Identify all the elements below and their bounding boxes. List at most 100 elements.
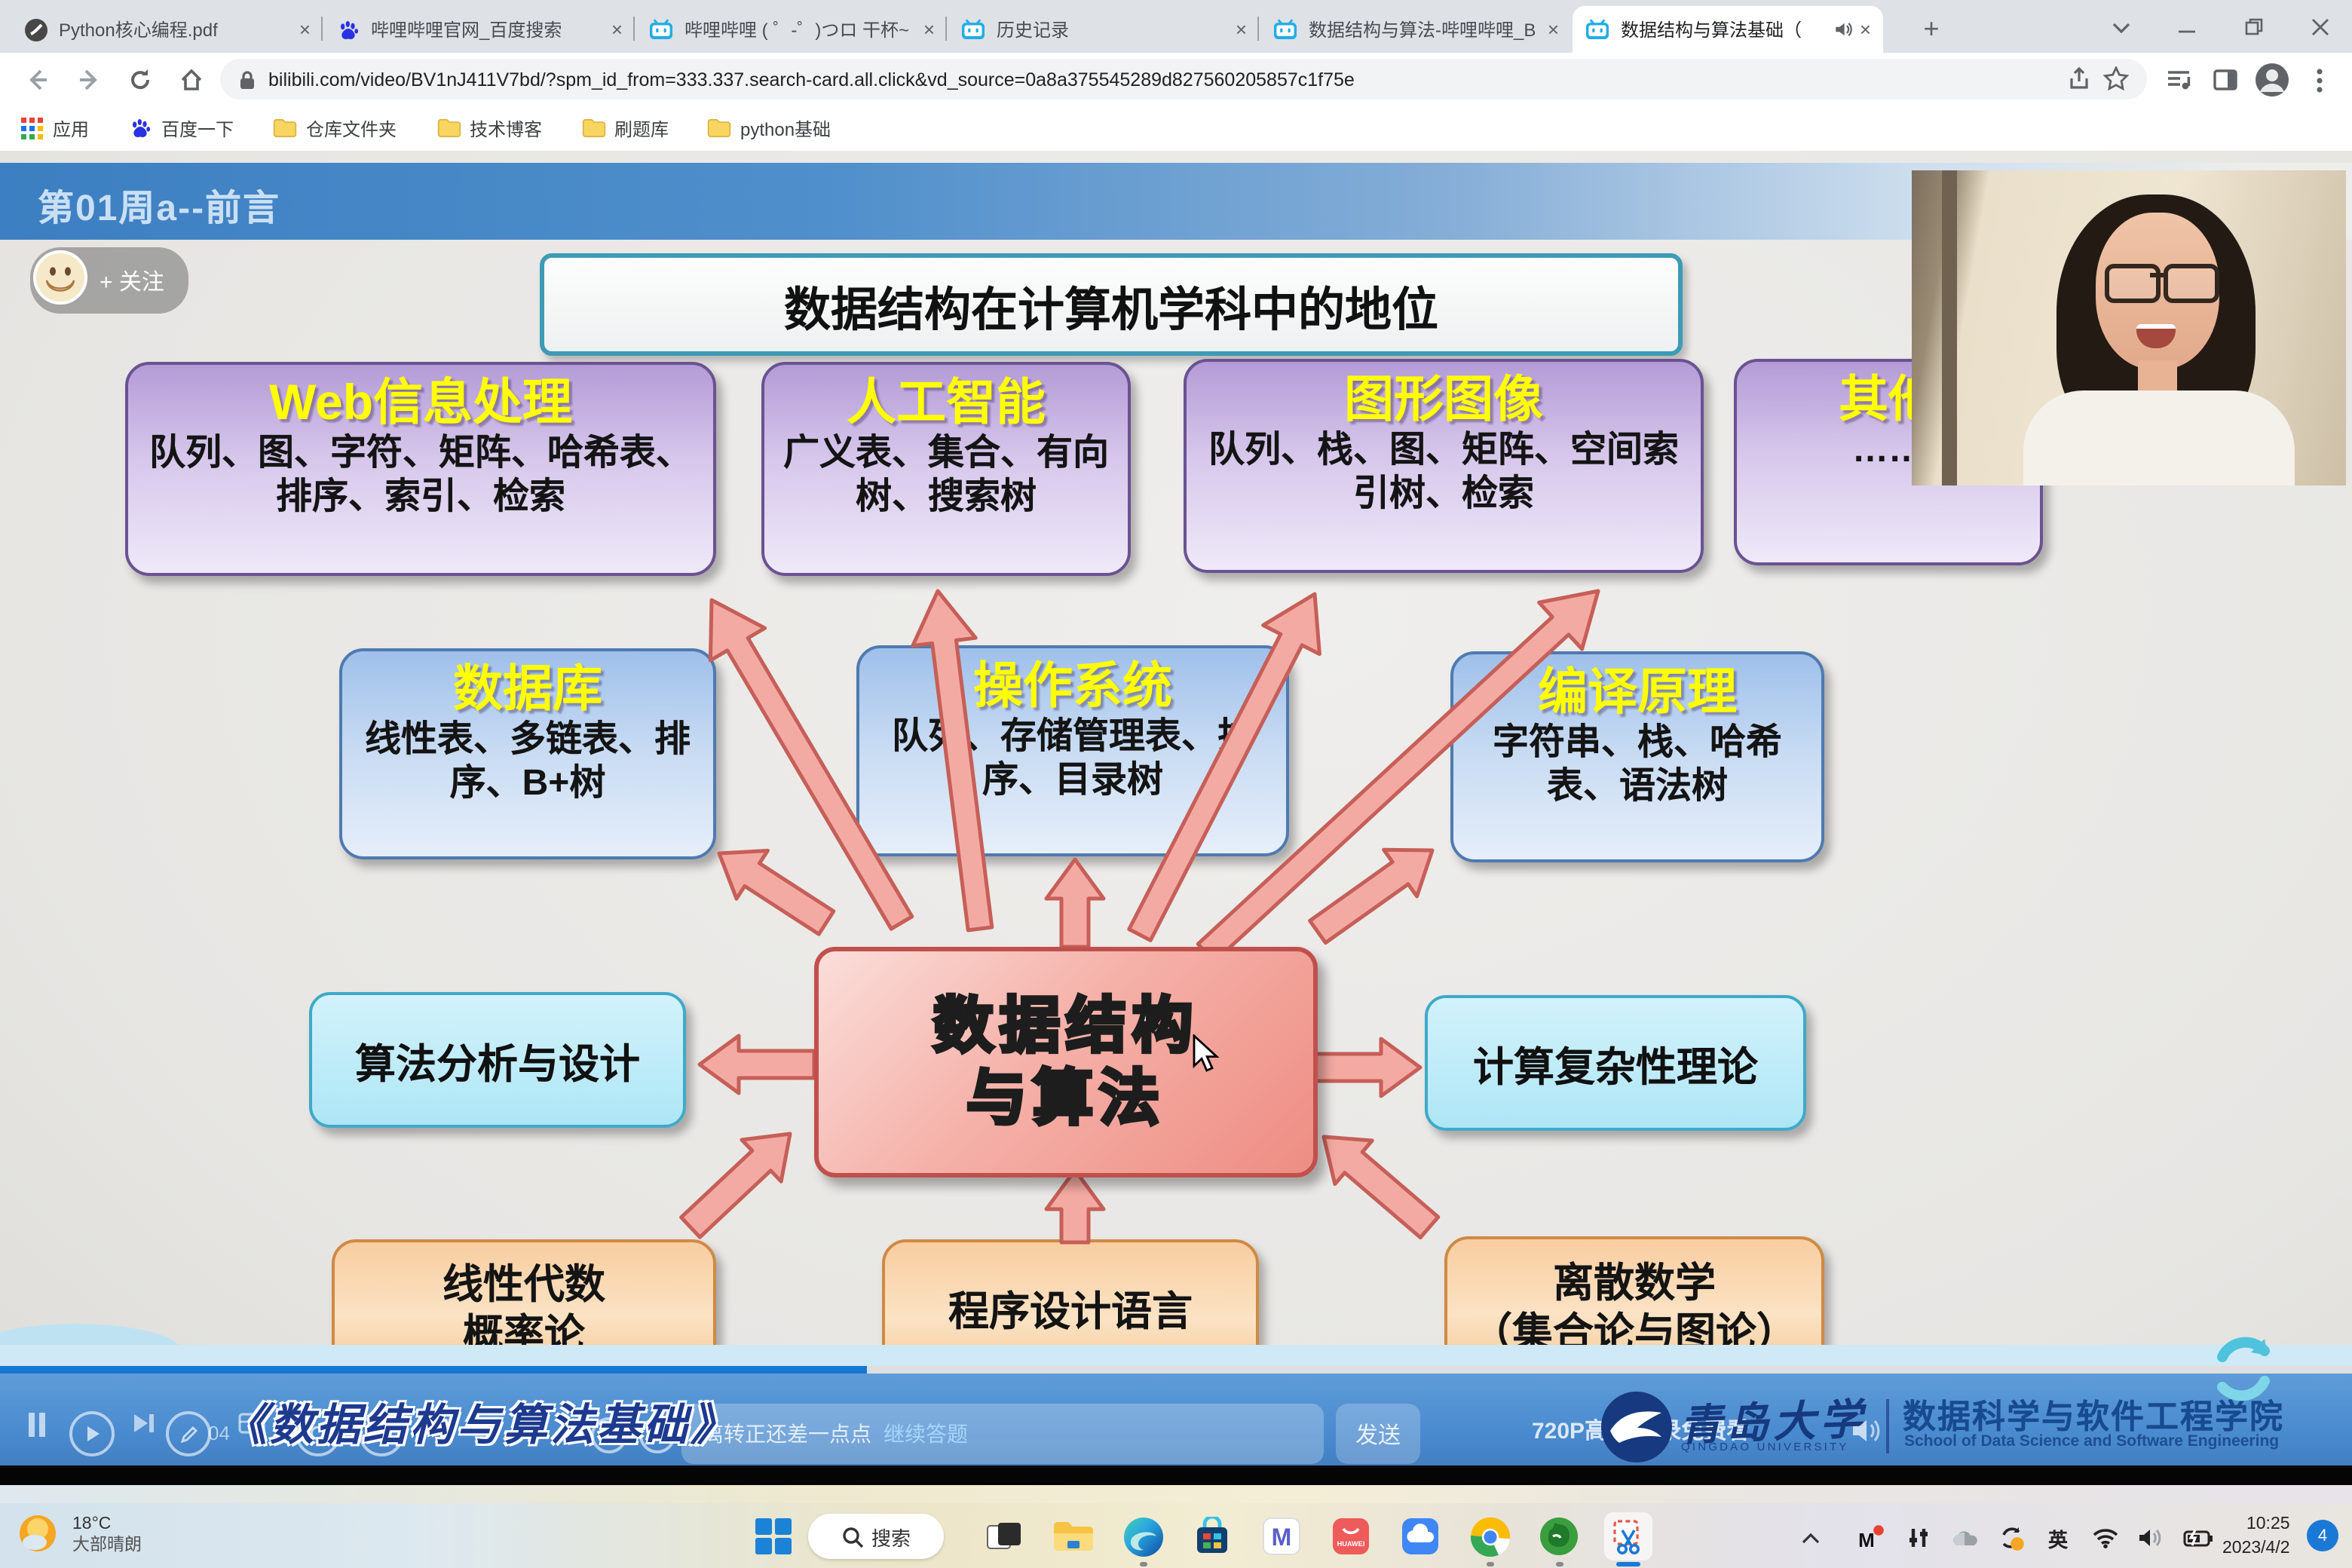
- browser-tab[interactable]: 数据结构与算法基础（ ×: [1573, 6, 1883, 53]
- wifi-tray-icon[interactable]: [2085, 1520, 2124, 1556]
- notification-badge[interactable]: 4: [2307, 1520, 2338, 1551]
- hwcloud-taskbar-icon[interactable]: [1396, 1512, 1444, 1560]
- mouse-cursor: [1191, 1034, 1224, 1073]
- running-indicator: [1555, 1562, 1563, 1566]
- tray-chevron-tray-icon[interactable]: [1791, 1520, 1830, 1556]
- omnibox[interactable]: bilibili.com/video/BV1nJ411V7bd/?spm_id_…: [220, 59, 2147, 100]
- bookmark-item[interactable]: 刷题库: [581, 112, 669, 145]
- bookmark-item[interactable]: python基础: [707, 112, 831, 145]
- evernote-taskbar-icon[interactable]: [1535, 1512, 1583, 1560]
- store-taskbar-icon[interactable]: [1188, 1512, 1236, 1560]
- tab-strip: Python核心编程.pdf×哔哩哔哩官网_百度搜索×哔哩哔哩 ( ゜-゜)つロ…: [0, 0, 2352, 53]
- tab-title: Python核心编程.pdf: [59, 17, 293, 42]
- forward-icon[interactable]: [69, 60, 109, 100]
- browser-toolbar: bilibili.com/video/BV1nJ411V7bd/?spm_id_…: [0, 53, 2352, 106]
- chrome-taskbar-icon[interactable]: [1465, 1512, 1514, 1560]
- glasses-right: [2164, 264, 2219, 303]
- sync-tray-icon[interactable]: [1992, 1520, 2031, 1556]
- tab-title: 历史记录: [997, 17, 1230, 42]
- bookmarks-bar: 应用 百度一下 仓库文件夹 技术博客 刷题库 python基础: [0, 106, 2352, 152]
- tab-close-icon[interactable]: ×: [1548, 18, 1559, 41]
- chevron-down-window-icon[interactable]: [2087, 0, 2156, 53]
- video-player[interactable]: 第01周a--前言 + 关注 ? 数据结构在计算机学科中的地位 Web信息处理队…: [0, 151, 2352, 1485]
- diagram-center-box: 数据结构 与算法: [814, 947, 1318, 1178]
- battery-tray-icon[interactable]: [2179, 1520, 2218, 1556]
- favicon-bilibili-icon: [960, 18, 986, 41]
- bookmark-label: python基础: [740, 115, 831, 141]
- avatar-icon[interactable]: [2252, 60, 2292, 100]
- folder-icon: [581, 118, 605, 139]
- diagram-arrow: [1324, 1137, 1438, 1238]
- volume-tray-icon[interactable]: [2132, 1520, 2171, 1556]
- tab-close-icon[interactable]: ×: [299, 18, 311, 41]
- menu-icon[interactable]: [2299, 60, 2338, 100]
- center-line1: 数据结构: [933, 990, 1199, 1062]
- bookmark-item[interactable]: 应用: [21, 112, 89, 145]
- onedrive-tray-icon[interactable]: [1945, 1520, 1984, 1556]
- tab-separator: [321, 17, 323, 41]
- home-icon[interactable]: [172, 60, 211, 100]
- sidebar-icon[interactable]: [2206, 60, 2245, 100]
- huawei-taskbar-icon[interactable]: HUAWEI: [1327, 1512, 1375, 1560]
- svg-text:M: M: [1272, 1524, 1292, 1551]
- tab-close-icon[interactable]: ×: [1236, 18, 1247, 41]
- back-icon[interactable]: [18, 60, 57, 100]
- browser-tab[interactable]: Python核心编程.pdf ×: [12, 6, 323, 53]
- tab-title: 数据结构与算法基础（: [1621, 17, 1834, 42]
- explorer-taskbar-icon[interactable]: [1049, 1512, 1098, 1560]
- tab-close-icon[interactable]: ×: [611, 18, 623, 41]
- bookmark-item[interactable]: 技术博客: [436, 112, 542, 145]
- bookmark-item[interactable]: 百度一下: [128, 112, 234, 145]
- weather-desc: 大部晴朗: [72, 1535, 142, 1557]
- diagram-arrow: [1309, 1039, 1420, 1096]
- ime-tray-icon[interactable]: 英: [2038, 1520, 2078, 1556]
- desktop-wallpaper-strip: [0, 1485, 2352, 1503]
- tab-separator: [1257, 17, 1259, 41]
- url-text[interactable]: bilibili.com/video/BV1nJ411V7bd/?spm_id_…: [268, 69, 2056, 90]
- restore-window-icon[interactable]: [2219, 0, 2289, 53]
- tab-separator: [633, 17, 635, 41]
- close-window-icon[interactable]: [2286, 0, 2352, 53]
- diagram-arrow: [1046, 859, 1104, 947]
- mapp-taskbar-icon[interactable]: M: [1257, 1512, 1306, 1560]
- tab-close-icon[interactable]: ×: [1860, 18, 1871, 41]
- star-icon[interactable]: [2103, 66, 2129, 92]
- minimize-window-icon[interactable]: [2153, 0, 2222, 53]
- weather-sun-icon: [15, 1512, 60, 1557]
- diagram-arrow: [719, 850, 834, 934]
- taskbar-clock[interactable]: 10:25 2023/4/2: [2222, 1514, 2290, 1560]
- tab-close-icon[interactable]: ×: [923, 18, 935, 41]
- browser-tab[interactable]: 数据结构与算法-哔哩哔哩_B×: [1260, 6, 1571, 53]
- edge-taskbar-icon[interactable]: [1119, 1512, 1167, 1560]
- windows-taskbar-icon[interactable]: [749, 1512, 798, 1560]
- browser-tab[interactable]: 哔哩哔哩 ( ゜-゜)つロ 干杯~ ×: [636, 6, 947, 53]
- running-indicator: [1486, 1562, 1493, 1566]
- bookmark-label: 仓库文件夹: [306, 115, 397, 141]
- tab-separator: [945, 17, 947, 41]
- new-tab-button[interactable]: +: [1912, 11, 1951, 50]
- svg-text:HUAWEI: HUAWEI: [1337, 1540, 1365, 1548]
- glasses-bridge: [2150, 273, 2165, 277]
- bookmark-item[interactable]: 仓库文件夹: [273, 112, 397, 145]
- mixer-tray-icon[interactable]: [1898, 1520, 1937, 1556]
- reload-icon[interactable]: [121, 60, 160, 100]
- center-line2: 与算法: [966, 1062, 1165, 1135]
- tab-audio-icon[interactable]: [1834, 20, 1854, 39]
- webcam-overlay: [1912, 170, 2346, 485]
- diagram-arrow: [681, 1134, 790, 1237]
- browser-tab[interactable]: 哔哩哔哩官网_百度搜索×: [324, 6, 635, 53]
- folder-icon: [707, 118, 731, 139]
- share-icon[interactable]: [2067, 66, 2093, 92]
- m-dot-tray-icon[interactable]: M: [1851, 1520, 1891, 1556]
- folder-icon: [436, 118, 461, 139]
- lock-icon[interactable]: [238, 69, 256, 90]
- bookmark-label: 应用: [53, 115, 89, 141]
- taskbar-search[interactable]: 搜索: [808, 1514, 944, 1559]
- taskbar-weather-widget[interactable]: 18°C 大部晴朗: [15, 1512, 142, 1557]
- media-icon[interactable]: [2159, 60, 2198, 100]
- tab-title: 哔哩哔哩 ( ゜-゜)つロ 干杯~: [684, 17, 917, 42]
- svg-text:M: M: [1858, 1529, 1875, 1551]
- browser-tab[interactable]: 历史记录 ×: [948, 6, 1259, 53]
- snip-taskbar-icon[interactable]: [1604, 1512, 1652, 1560]
- task-view-taskbar-icon[interactable]: [980, 1512, 1028, 1560]
